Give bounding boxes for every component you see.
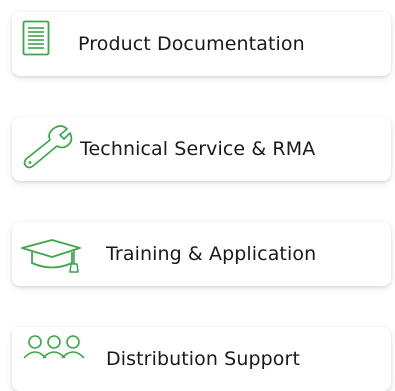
document-icon [22,20,50,56]
training-application-label: Training & Application [106,243,317,265]
technical-service-rma-button[interactable]: Technical Service & RMA [12,117,391,181]
distribution-support-label: Distribution Support [106,348,300,370]
wrench-icon [23,125,73,169]
technical-service-rma-label: Technical Service & RMA [80,138,316,160]
training-application-button[interactable]: Training & Application [12,222,391,286]
product-documentation-label: Product Documentation [78,33,305,55]
product-documentation-button[interactable]: Product Documentation [12,12,391,76]
graduation-cap-icon [21,239,81,273]
people-group-icon [23,335,85,359]
distribution-support-button[interactable]: Distribution Support [12,327,391,391]
